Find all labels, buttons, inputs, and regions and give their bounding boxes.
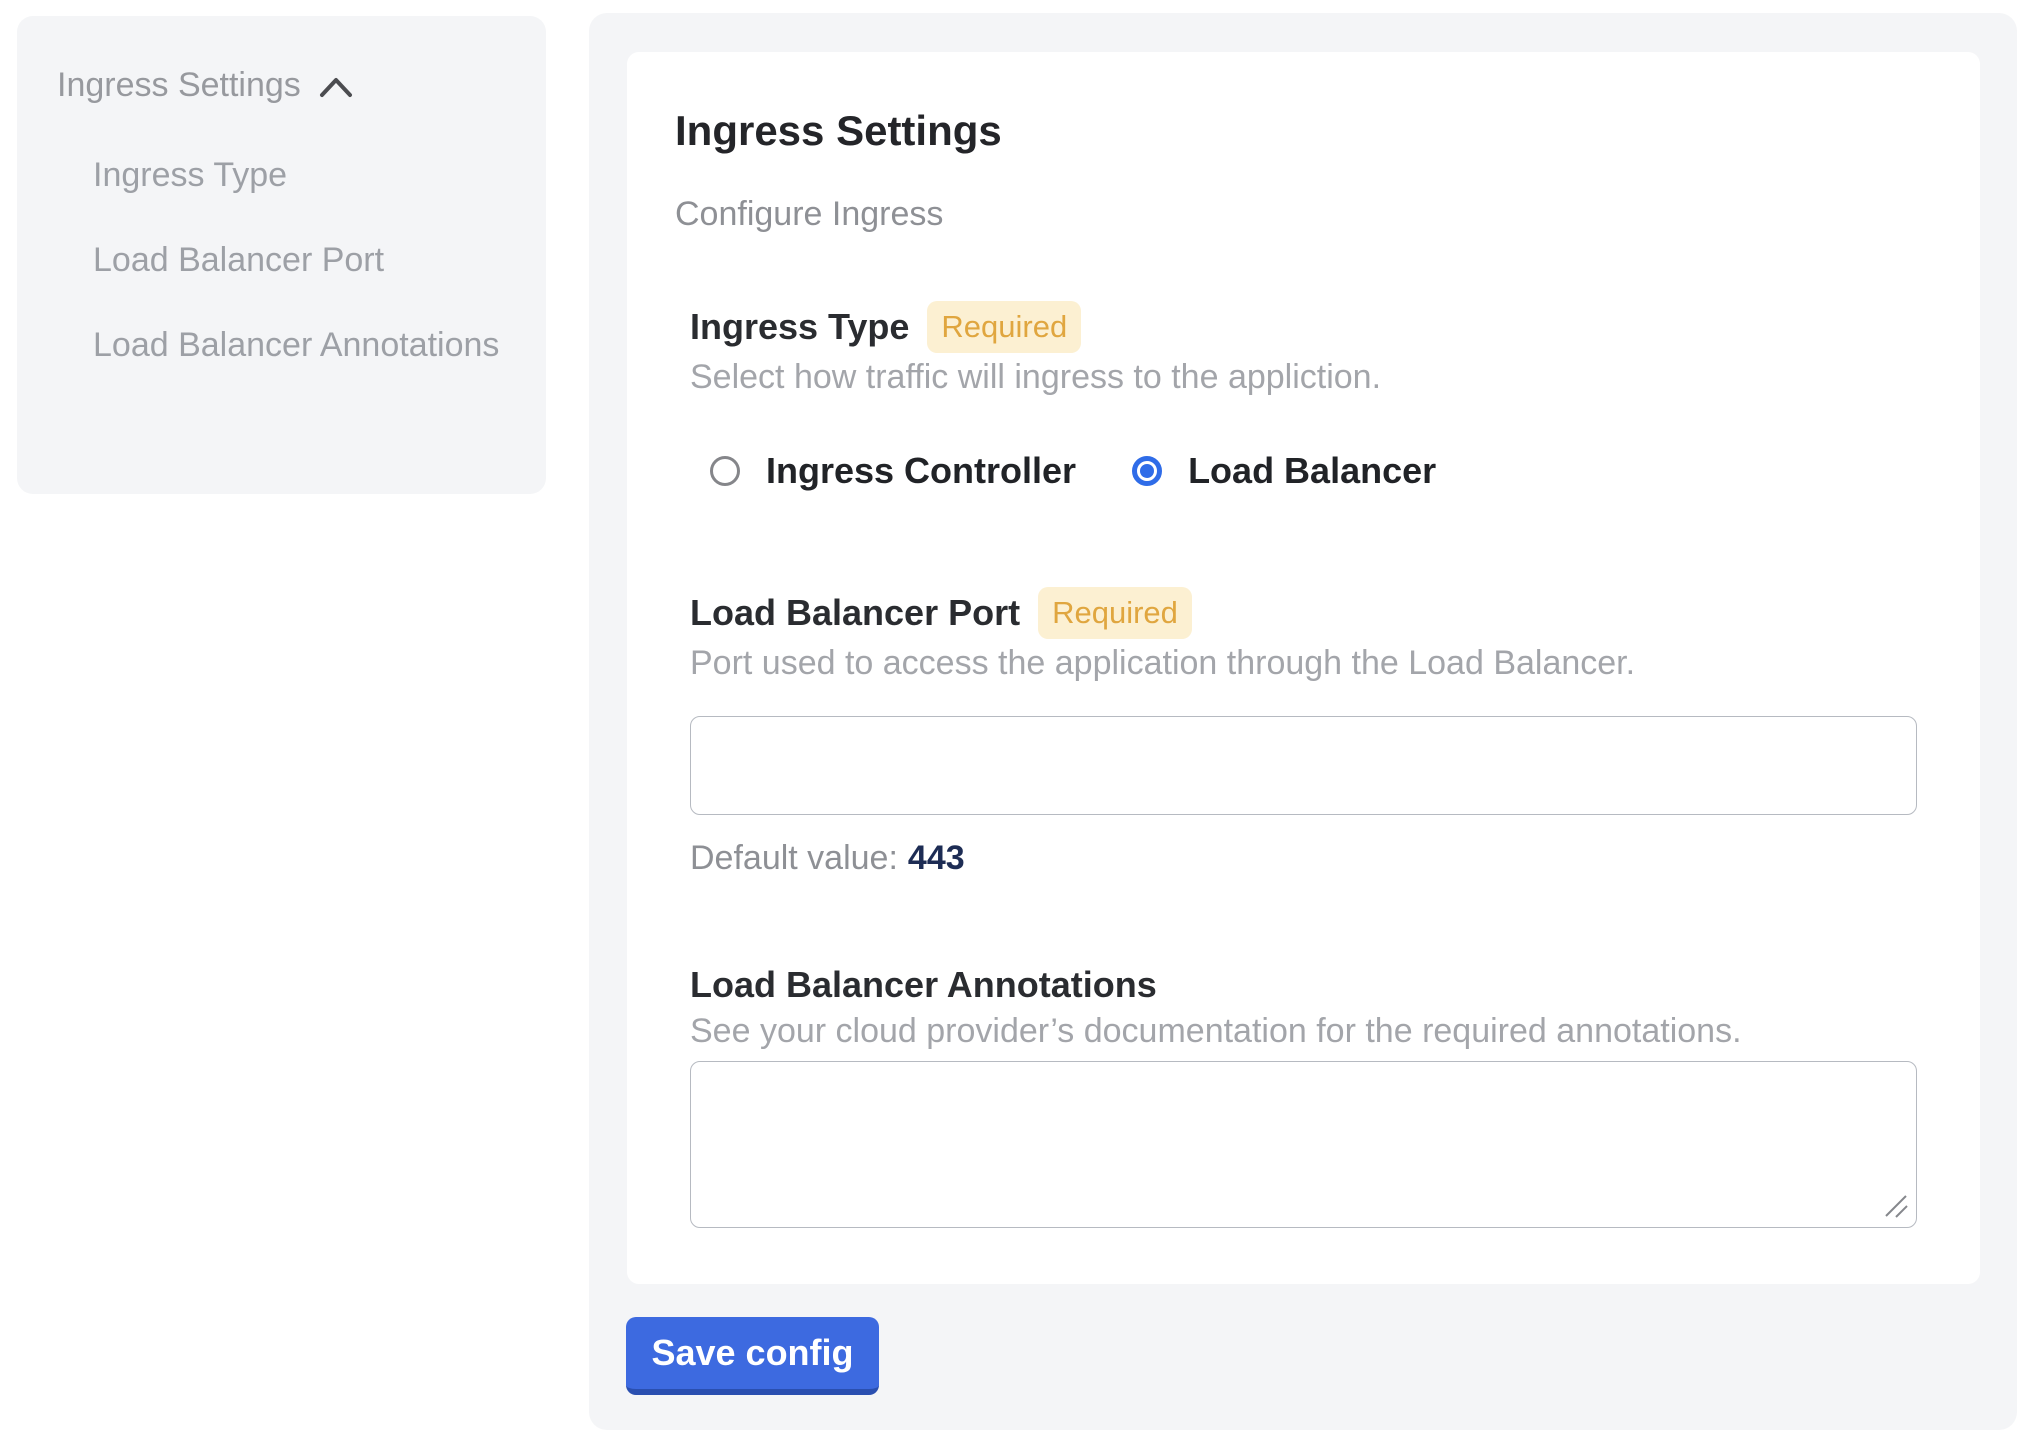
load-balancer-port-description: Port used to access the application thro… <box>690 643 1917 683</box>
sidebar-section-title: Ingress Settings <box>57 64 301 106</box>
load-balancer-annotations-label: Load Balancer Annotations <box>690 963 1157 1007</box>
main-panel: Ingress Settings Configure Ingress Ingre… <box>589 13 2017 1430</box>
sidebar-item-load-balancer-port[interactable]: Load Balancer Port <box>93 231 517 289</box>
page-subtitle: Configure Ingress <box>675 194 1917 234</box>
radio-option-ingress-controller[interactable]: Ingress Controller <box>710 451 1076 491</box>
radio-label-ingress-controller[interactable]: Ingress Controller <box>766 451 1076 491</box>
textarea-resize-icon[interactable] <box>1882 1192 1910 1220</box>
chevron-up-icon <box>319 76 353 98</box>
ingress-type-description: Select how traffic will ingress to the a… <box>690 357 1917 397</box>
save-config-button[interactable]: Save config <box>626 1317 879 1395</box>
page-title: Ingress Settings <box>675 106 1917 156</box>
default-value-label: Default value: <box>690 839 898 877</box>
settings-sidebar: Ingress Settings Ingress Type Load Balan… <box>17 16 546 494</box>
ingress-settings-card: Ingress Settings Configure Ingress Ingre… <box>627 52 1980 1284</box>
ingress-type-radio-group: Ingress Controller Load Balancer <box>710 451 1917 491</box>
required-badge: Required <box>927 301 1081 353</box>
sidebar-items: Ingress Type Load Balancer Port Load Bal… <box>93 146 517 374</box>
section-load-balancer-annotations: Load Balancer Annotations See your cloud… <box>690 963 1917 1228</box>
load-balancer-port-label: Load Balancer Port <box>690 591 1020 635</box>
load-balancer-annotations-description: See your cloud provider’s documentation … <box>690 1011 1917 1051</box>
required-badge: Required <box>1038 587 1192 639</box>
radio-button-ingress-controller[interactable] <box>710 456 740 486</box>
ingress-type-label: Ingress Type <box>690 305 909 349</box>
section-load-balancer-port: Load Balancer Port Required Port used to… <box>690 587 1917 878</box>
section-ingress-type: Ingress Type Required Select how traffic… <box>690 301 1917 491</box>
default-value-helper: Default value: 443 <box>690 838 1917 878</box>
default-value: 443 <box>908 839 965 877</box>
radio-button-load-balancer[interactable] <box>1132 456 1162 486</box>
sidebar-section-toggle[interactable]: Ingress Settings <box>17 16 546 106</box>
radio-option-load-balancer[interactable]: Load Balancer <box>1132 451 1436 491</box>
sidebar-item-ingress-type[interactable]: Ingress Type <box>93 146 517 204</box>
load-balancer-annotations-textarea[interactable] <box>690 1061 1917 1228</box>
radio-label-load-balancer[interactable]: Load Balancer <box>1188 451 1436 491</box>
sidebar-item-load-balancer-annotations[interactable]: Load Balancer Annotations <box>93 316 517 374</box>
load-balancer-port-input[interactable] <box>690 716 1917 815</box>
